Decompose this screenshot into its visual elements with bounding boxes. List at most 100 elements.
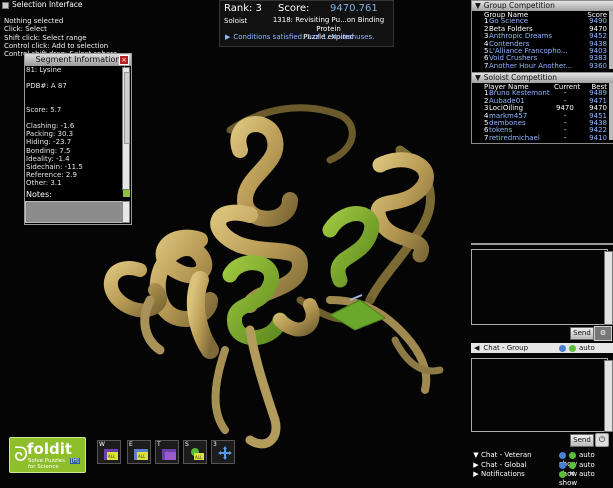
conditions-text: Conditions satisfied: 1 of 1. No bonuses… [233, 33, 375, 41]
close-icon[interactable]: × [119, 55, 129, 65]
segment-line: Score: 5.7 [26, 106, 62, 115]
backbone-loop [245, 325, 281, 449]
rank: 7 [484, 61, 489, 70]
group-list: 1 Go Science 9490 2 Beta Folders 9470 3 Anthr… [472, 17, 613, 70]
checkbox-icon[interactable] [569, 344, 576, 352]
wiggle-button[interactable]: W ALL [97, 440, 121, 464]
notifications-label: Notifications [481, 470, 525, 478]
group-competition-title: Group Competition [483, 1, 555, 10]
segment-scrollbar[interactable] [122, 67, 130, 190]
tool-key: E [129, 441, 133, 448]
puzzle-title: 1318: Revisiting Pu...on Binding Protein [272, 16, 385, 33]
selection-mode-icon[interactable] [2, 1, 9, 9]
power-icon[interactable]: ⏻ [595, 433, 609, 447]
segment-line [26, 74, 124, 82]
chat-options-icon[interactable]: ⚙ [594, 326, 612, 341]
segment-information-title: Segment Information [25, 54, 131, 66]
selection-title-text: Selection Interface [12, 0, 83, 9]
shake-button[interactable]: E ALL [127, 440, 151, 464]
group-name: Another Hour Another... [489, 61, 573, 70]
helix [322, 206, 380, 288]
segment-line: 81: Lysine [26, 66, 62, 74]
group-competition-header[interactable]: ▼ Group Competition [472, 1, 613, 11]
logo-tagline-2: for Science [28, 464, 59, 470]
selection-line: Click: Select [4, 25, 47, 34]
chat-global-label: Chat - Global [481, 461, 527, 469]
tweak-button[interactable]: T [155, 440, 179, 464]
notifications-autoshow[interactable]: ✕ auto show [559, 470, 613, 488]
chat-veteran-bar[interactable]: ▼Chat - Veteran auto show [471, 451, 613, 468]
scrollbar-thumb[interactable] [124, 72, 130, 144]
svg-text:ALL: ALL [138, 454, 146, 459]
shake-sidechains-icon: ALL [191, 448, 204, 460]
soloist-list: 1 Bruno Kestemont -9489 2 Aubade01-9471 3 Lo… [472, 89, 613, 142]
info-icon[interactable] [559, 451, 566, 459]
expand-triangle-icon[interactable]: ▼ [471, 451, 481, 460]
current-score: - [564, 133, 567, 142]
soloist-competition-header[interactable]: ▼ Soloist Competition [472, 73, 613, 83]
rank-label: Rank: 3 [224, 3, 262, 14]
selection-line: Shift click: Select range [4, 33, 87, 42]
notes-field[interactable] [25, 201, 125, 223]
group-score: 9360 [589, 61, 607, 70]
score-label: Score: [278, 3, 310, 14]
info-icon[interactable] [559, 344, 566, 352]
chat-group-log[interactable] [471, 358, 608, 432]
helix [222, 255, 288, 346]
checkbox-icon[interactable] [569, 461, 576, 469]
logo-name: foldit [27, 440, 73, 458]
notifications-bar[interactable]: ▶ Notifications ✕ auto show [471, 470, 613, 487]
selection-interface-title: Selection Interface [0, 0, 150, 10]
segment-line: Ideality: -1.4 [26, 154, 70, 163]
send-button[interactable]: Send [570, 327, 594, 340]
chat-veteran-log[interactable] [471, 249, 608, 325]
chat-group-label: Chat - Group [483, 344, 529, 352]
chat-global-bar[interactable]: ▶ Chat - Global auto show [471, 461, 613, 478]
close-icon[interactable]: ✕ [569, 470, 576, 479]
info-icon[interactable] [559, 461, 566, 469]
segment-line: Packing: 30.3 [26, 130, 74, 139]
svg-text:ALL: ALL [108, 454, 116, 459]
collapse-triangle-icon[interactable]: ◀ [474, 344, 479, 352]
collapse-triangle-icon[interactable]: ▼ [475, 1, 481, 11]
expand-triangle-icon[interactable]: ▶ [471, 461, 481, 470]
group-scrollbar[interactable] [609, 11, 613, 69]
logo-tagline: Solve Puzzles for Science [28, 458, 65, 470]
player-name: retiredmichael [489, 133, 540, 142]
chat-group-bar[interactable]: ◀ Chat - Group auto show [471, 343, 613, 362]
notes-label: Notes: [26, 190, 52, 199]
chat-veteran-label: Chat - Veteran [481, 451, 532, 459]
notes-edit-icon[interactable] [123, 190, 130, 197]
group-competition-panel: ▼ Group Competition Group Name Score 1 Go … [471, 0, 613, 73]
segment-line: Reference: 2.9 [26, 170, 77, 179]
checkbox-icon[interactable] [569, 451, 576, 459]
table-row[interactable]: 7 retiredmichael - 9410 [472, 133, 613, 142]
tool-key: T [157, 441, 161, 448]
segment-line: Bonding: 7.5 [26, 146, 71, 155]
segment-line: Clashing: -1.6 [26, 122, 75, 131]
send-button[interactable]: Send [570, 434, 594, 447]
segment-line [26, 98, 124, 106]
best-score: 9410 [589, 133, 607, 142]
soloist-scrollbar[interactable] [609, 83, 613, 140]
tool-key: S [185, 441, 189, 448]
beta-sheet [328, 299, 387, 331]
shake-icon: ALL [134, 449, 148, 460]
expand-triangle-icon[interactable]: ▶ [471, 470, 481, 479]
chat-group-scrollbar[interactable] [604, 360, 613, 432]
table-row[interactable]: 7 Another Hour Another... 9360 [472, 61, 613, 70]
notes-scrollbar[interactable] [122, 201, 130, 223]
selection-line: Nothing selected [4, 17, 64, 25]
svg-text:ALL: ALL [195, 455, 203, 460]
chat-veteran-scrollbar[interactable] [604, 251, 613, 325]
segment-line: PDB#: A 87 [26, 82, 67, 91]
shake-sidechains-button[interactable]: S ALL [183, 440, 207, 464]
expand-triangle-icon[interactable]: ▶ [225, 33, 230, 41]
checkbox-icon[interactable] [559, 470, 566, 478]
move-button[interactable]: 3 [211, 440, 235, 464]
foldit-logo[interactable]: ᘐ foldit Solve Puzzles for Science [H] [9, 437, 86, 473]
conditions-line[interactable]: ▶ Conditions satisfied: 1 of 1. No bonuse… [219, 33, 394, 41]
collapse-triangle-icon[interactable]: ▼ [475, 73, 481, 83]
segment-line [26, 90, 124, 98]
soloist-competition-panel: ▼ Soloist Competition Player Name Current… [471, 72, 613, 144]
